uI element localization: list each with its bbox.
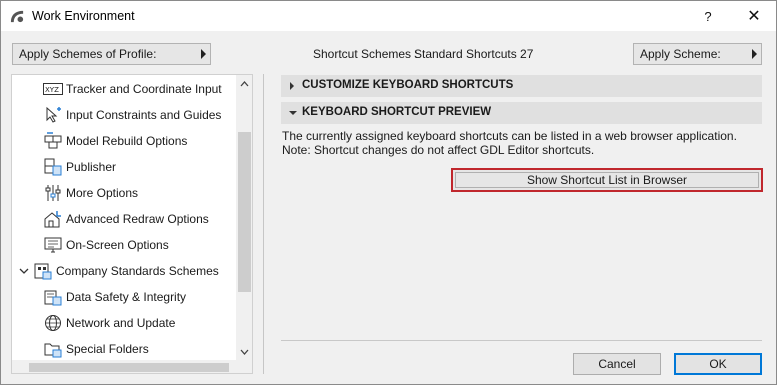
preview-note: Note: Shortcut changes do not affect GDL… [282,143,595,157]
folder-icon [43,339,63,359]
scrollbar-thumb[interactable] [238,132,251,292]
chevron-down-icon[interactable] [19,266,29,276]
apply-schemes-of-profile-button[interactable]: Apply Schemes of Profile: [12,43,211,65]
apply-scheme-button[interactable]: Apply Scheme: [633,43,762,65]
tree-item-data-safety[interactable]: Data Safety & Integrity [12,284,236,310]
close-button[interactable]: ✕ [735,1,773,31]
cancel-button[interactable]: Cancel [573,353,661,375]
tree-item-label: Advanced Redraw Options [66,212,209,226]
model-rebuild-icon [43,131,63,151]
help-button[interactable]: ? [689,1,727,31]
tree-item-label: Data Safety & Integrity [66,290,187,304]
apply-schemes-of-profile-label: Apply Schemes of Profile: [19,47,157,61]
tree-item-label: More Options [66,186,139,200]
scrollbar-thumb[interactable] [29,363,229,372]
house-redraw-icon [43,209,63,229]
cursor-guides-icon [43,105,63,125]
tree-item-input-constraints[interactable]: Input Constraints and Guides [12,102,236,128]
shortcut-preview-label: KEYBOARD SHORTCUT PREVIEW [302,106,492,118]
ok-button[interactable]: OK [674,353,762,375]
arrow-right-icon [201,49,206,59]
tree-item-model-rebuild[interactable]: Model Rebuild Options [12,128,236,154]
tree-item-label: Model Rebuild Options [66,134,188,148]
tree-item-label: Network and Update [66,316,176,330]
xyz-tracker-icon: XYZ [43,79,63,99]
chevron-down-icon [289,111,297,115]
company-standards-icon [33,261,53,281]
shortcut-preview-header[interactable]: KEYBOARD SHORTCUT PREVIEW [281,102,762,124]
tree-item-special-folders[interactable]: Special Folders [12,336,236,362]
scroll-down-icon[interactable] [236,343,252,360]
customize-shortcuts-header[interactable]: CUSTOMIZE KEYBOARD SHORTCUTS [281,75,762,97]
publisher-icon [43,157,63,177]
apply-scheme-label: Apply Scheme: [640,47,721,61]
monitor-icon [43,235,63,255]
tree-item-network-update[interactable]: Network and Update [12,310,236,336]
archicad-logo-icon [10,10,24,23]
globe-icon [43,313,63,333]
title-bar: Work Environment ? ✕ [1,1,776,31]
tree-item-label: Tracker and Coordinate Input [66,82,222,96]
tree-horizontal-scrollbar[interactable] [12,360,252,373]
preview-description: The currently assigned keyboard shortcut… [282,129,737,143]
svg-text:XYZ: XYZ [45,86,59,94]
scroll-up-icon[interactable] [236,75,252,92]
work-environment-dialog: Work Environment ? ✕ Apply Schemes of Pr… [0,0,777,385]
tree-item-label: On-Screen Options [66,238,169,252]
tree-item-publisher[interactable]: Publisher [12,154,236,180]
settings-tree[interactable]: XYZ Tracker and Coordinate Input Input C… [11,74,253,374]
tree-item-company-standards[interactable]: Company Standards Schemes [12,258,236,284]
tree-item-label: Input Constraints and Guides [66,108,222,122]
panel-divider[interactable] [263,74,264,374]
data-safety-icon [43,287,63,307]
tree-item-tracker[interactable]: XYZ Tracker and Coordinate Input [12,76,236,102]
tree-item-label: Company Standards Schemes [56,264,219,278]
sliders-icon [43,183,63,203]
arrow-right-icon [752,49,757,59]
shortcut-schemes-value: Standard Shortcuts 27 [414,47,534,61]
button-focus-frame [455,172,759,188]
tree-item-on-screen-options[interactable]: On-Screen Options [12,232,236,258]
tree-item-label: Special Folders [66,342,149,356]
shortcut-schemes-label: Shortcut Schemes : [313,47,418,61]
show-shortcut-list-button[interactable]: Show Shortcut List in Browser [451,168,763,192]
tree-item-more-options[interactable]: More Options [12,180,236,206]
tree-item-advanced-redraw[interactable]: Advanced Redraw Options [12,206,236,232]
footer-separator [281,340,762,341]
tree-item-label: Publisher [66,160,117,174]
window-title: Work Environment [32,9,135,23]
customize-shortcuts-label: CUSTOMIZE KEYBOARD SHORTCUTS [302,79,514,91]
chevron-right-icon [290,82,294,90]
tree-vertical-scrollbar[interactable] [236,75,252,360]
